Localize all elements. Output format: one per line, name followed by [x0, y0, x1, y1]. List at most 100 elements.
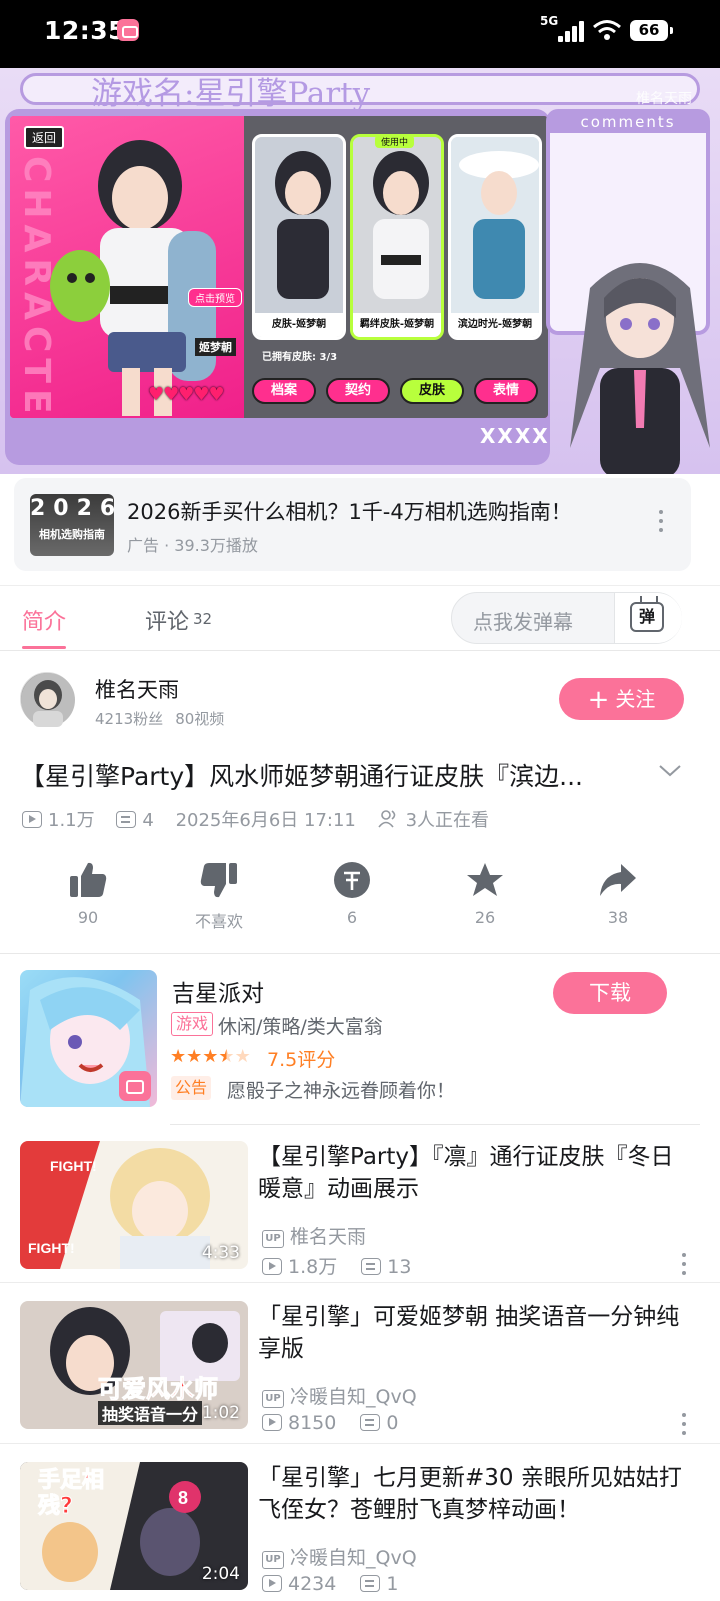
status-time: 12:35 — [44, 16, 127, 45]
play-count-icon — [22, 811, 42, 828]
tab-intro[interactable]: 简介 — [22, 604, 66, 636]
signal-icon — [558, 20, 586, 42]
favorite-button[interactable]: 26 — [435, 858, 535, 927]
related-video-uploader: UP 椎名天雨 — [262, 1222, 366, 1249]
video-duration: 4:33 — [201, 1243, 240, 1263]
coin-button[interactable]: 6 — [302, 858, 402, 927]
watching-count: 3人正在看 — [405, 810, 490, 831]
status-bar: 12:35 5G 66 — [0, 0, 720, 68]
video-player[interactable]: 游戏名:星引擎Party 椎名天雨 CHARACTER 返回 点击预览 姬梦朝 … — [0, 68, 720, 474]
more-options-icon[interactable] — [680, 1413, 688, 1440]
like-button[interactable]: 90 — [38, 858, 138, 927]
watching-icon — [377, 810, 395, 828]
wifi-icon — [592, 18, 622, 42]
play-count-icon — [262, 1575, 282, 1592]
follow-button[interactable]: + 关注 — [559, 678, 684, 720]
publish-date: 2025年6月6日 17:11 — [175, 810, 356, 831]
related-video-item[interactable]: FIGHT! FIGHT! 4:33 【星引擎Party】『凛』通行证皮肤『冬日暖… — [0, 1141, 720, 1281]
skin-selection-panel: 皮肤-姬梦朝 使用中 羁绊皮肤-姬梦朝 滨边时光-姬梦朝 已拥有皮肤: 3/3 … — [244, 116, 548, 418]
svg-text:8: 8 — [178, 1488, 188, 1508]
game-card[interactable]: 吉星派对 游戏 休闲/策略/类大富翁 ★★★★★ 7.5评分 公告 愿骰子之神永… — [0, 970, 720, 1110]
related-video-title: 【星引擎Party】『凛』通行证皮肤『冬日暖意』动画展示 — [258, 1144, 674, 1202]
danmaku-input[interactable]: 点我发弹幕 — [473, 606, 573, 635]
related-video-item[interactable]: 可爱风水师 抽奖语音一分 1:02 「星引擎」可爱姬梦朝 抽奖语音一分钟纯享版 … — [0, 1301, 720, 1441]
up-badge-icon: UP — [262, 1390, 284, 1408]
uploader-name: 冷暖自知_QvQ — [290, 1547, 417, 1569]
game-tabs: 档案 契约 皮肤 表情 — [252, 378, 542, 406]
tab-comments[interactable]: 评论 — [145, 604, 189, 636]
divider — [0, 1443, 720, 1444]
svg-text:FIGHT!: FIGHT! — [50, 1158, 97, 1174]
like-count: 90 — [77, 908, 99, 927]
download-button[interactable]: 下载 — [553, 972, 667, 1014]
thumb-subcaption: 抽奖语音一分 — [98, 1401, 203, 1425]
player-watermark: 椎名天雨 — [636, 91, 692, 107]
rating-stars-icon: ★★★★★ — [170, 1046, 251, 1067]
danmaku-count-icon — [360, 1414, 381, 1431]
ad-thumbnail: 2026 相机选购指南 — [30, 494, 114, 556]
share-count: 38 — [607, 908, 629, 927]
more-options-icon[interactable] — [680, 1253, 688, 1280]
related-video-item[interactable]: 8 手足相残? 2:04 「星引擎」七月更新#30 亲眼所见姑姑打飞侄女？苍鲤肘… — [0, 1462, 720, 1601]
skin-card-label: 滨边时光-姬梦朝 — [451, 313, 539, 337]
action-bar: 90 不喜欢 6 26 38 — [0, 858, 720, 948]
player-title-bar: 游戏名:星引擎Party — [20, 73, 700, 112]
detail-tab-bar: 简介 评论 32 点我发弹幕 弹 — [0, 585, 720, 651]
related-video-stats: 1.8万 13 — [262, 1252, 411, 1279]
related-video-title: 「星引擎」可爱姬梦朝 抽奖语音一分钟纯享版 — [258, 1304, 680, 1362]
skin-card-label: 羁绊皮肤-姬梦朝 — [353, 313, 441, 337]
video-duration: 1:02 — [201, 1403, 240, 1423]
ad-card[interactable]: 2026 相机选购指南 2026新手买什么相机？1千-4万相机选购指南！ 广告 … — [14, 478, 691, 571]
danmaku-count-icon — [116, 811, 137, 828]
game-tab: 表情 — [474, 378, 538, 404]
player-overlay-title: 游戏名:星引擎Party — [91, 76, 371, 112]
play-count-icon — [262, 1414, 282, 1431]
related-video-stats: 8150 0 — [262, 1412, 399, 1434]
favorite-count: 26 — [474, 908, 496, 927]
view-count: 4234 — [288, 1573, 337, 1595]
game-tag: 游戏 — [171, 1012, 214, 1036]
game-notice: 愿骰子之神永远眷顾着你！ — [227, 1080, 456, 1102]
video-meta: 1.1万 4 2025年6月6日 17:11 3人正在看 — [22, 806, 490, 831]
star-icon — [435, 858, 535, 902]
uploader-name[interactable]: 椎名天雨 — [95, 674, 179, 704]
battery-icon: 66 — [630, 20, 673, 41]
game-tab: 档案 — [252, 378, 316, 404]
uploader-stats: 4213粉丝 80视频 — [95, 708, 236, 729]
danmaku-count-icon — [361, 1258, 382, 1275]
coin-icon — [302, 858, 402, 902]
ad-more-icon[interactable] — [658, 510, 664, 540]
uploader-fans: 4213粉丝 — [95, 710, 164, 728]
thumb-up-icon — [38, 858, 138, 902]
up-badge-icon: UP — [262, 1230, 284, 1248]
avatar[interactable] — [20, 672, 75, 727]
dislike-button[interactable]: 不喜欢 — [169, 858, 269, 932]
skin-card-label: 皮肤-姬梦朝 — [255, 313, 343, 337]
divider — [170, 1124, 700, 1125]
view-count: 1.1万 — [48, 810, 95, 831]
network-type: 5G — [540, 14, 559, 28]
danmaku-toggle-button[interactable]: 弹 — [614, 593, 682, 643]
share-button[interactable]: 38 — [568, 858, 668, 927]
skin-card: 滨边时光-姬梦朝 — [448, 134, 542, 340]
related-video-uploader: UP 冷暖自知_QvQ — [262, 1543, 417, 1570]
skin-cards: 皮肤-姬梦朝 使用中 羁绊皮肤-姬梦朝 滨边时光-姬梦朝 — [248, 126, 544, 340]
plus-icon: + — [587, 685, 610, 715]
vtuber-avatar — [570, 263, 710, 474]
ad-thumb-year: 2026 — [30, 496, 114, 521]
danmaku-count: 13 — [387, 1256, 412, 1278]
game-tab: 契约 — [326, 378, 390, 404]
video-duration: 2:04 — [201, 1564, 240, 1584]
skin-card: 皮肤-姬梦朝 — [252, 134, 346, 340]
divider — [0, 1282, 720, 1283]
danmaku-input-box[interactable]: 点我发弹幕 弹 — [451, 592, 682, 644]
svg-text:FIGHT!: FIGHT! — [28, 1240, 75, 1256]
coin-count: 6 — [346, 908, 358, 927]
in-use-badge: 使用中 — [375, 137, 415, 148]
chevron-down-icon[interactable] — [658, 764, 682, 778]
owned-skins-label: 已拥有皮肤: 3/3 — [262, 352, 338, 363]
comments-count: 32 — [193, 610, 213, 628]
game-genre: 休闲/策略/类大富翁 — [218, 1016, 383, 1038]
comments-label: comments — [550, 113, 706, 133]
tab-active-indicator — [22, 646, 66, 649]
